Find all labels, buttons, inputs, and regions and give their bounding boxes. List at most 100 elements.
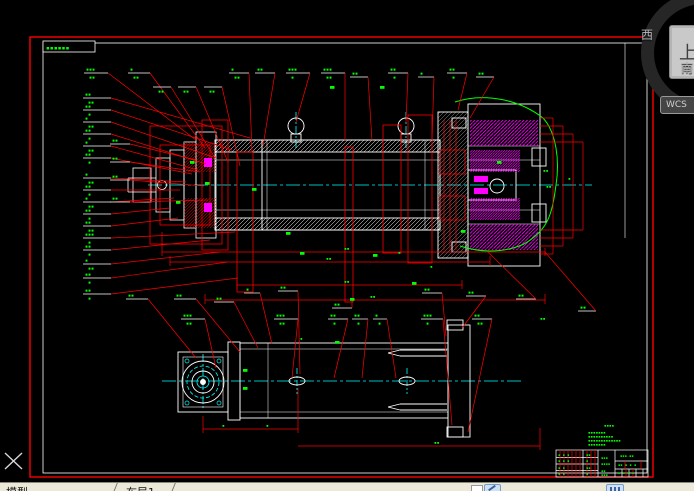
part-label: ▪▪▪ xyxy=(328,313,349,379)
svg-text:▪▪: ▪▪ xyxy=(540,317,546,322)
svg-text:▪▪: ▪▪ xyxy=(257,67,263,73)
svg-text:▪▪: ▪▪ xyxy=(112,174,118,180)
part-label: ▪▪ xyxy=(332,300,353,309)
svg-text:▪ ▪: ▪ ▪ xyxy=(558,471,565,476)
svg-text:▪▪: ▪▪ xyxy=(85,208,91,214)
svg-text:▪▪: ▪▪ xyxy=(424,287,430,293)
svg-text:▪▪: ▪▪ xyxy=(586,452,591,457)
bottom-motor-view xyxy=(177,319,541,450)
svg-text:▪▪▪-▪▪: ▪▪▪-▪▪ xyxy=(620,453,634,458)
svg-text:▪▪: ▪▪ xyxy=(279,321,285,327)
tab-separator xyxy=(111,483,118,491)
svg-text:▪ ▪ ▪: ▪ ▪ ▪ xyxy=(558,458,569,463)
svg-text:▪: ▪ xyxy=(130,67,133,73)
svg-text:▪▪: ▪▪ xyxy=(209,89,215,95)
svg-text:▪▪: ▪▪ xyxy=(85,184,91,190)
part-label: ▪▪ ▪▪ xyxy=(467,313,493,433)
svg-text:▪: ▪ xyxy=(568,177,571,182)
svg-text:▪: ▪ xyxy=(222,424,225,429)
svg-text:▪: ▪ xyxy=(88,136,91,142)
svg-text:▪▪▪▪▪▪▪: ▪▪▪▪▪▪▪ xyxy=(588,442,606,447)
tab-model[interactable]: 模型 xyxy=(6,484,28,491)
svg-text:▪▪: ▪▪ xyxy=(216,296,222,302)
svg-text:▪▪: ▪▪ xyxy=(326,257,332,262)
part-label: ▪▪▪ xyxy=(83,184,180,198)
part-label: ▪ xyxy=(244,287,273,345)
svg-text:▪▪: ▪▪ xyxy=(334,302,340,308)
part-label: ▪▪ xyxy=(350,71,373,142)
svg-text:▪▪▪: ▪▪▪ xyxy=(601,472,608,477)
svg-text:▪▪: ▪▪ xyxy=(449,67,455,73)
svg-text:▪▪: ▪▪ xyxy=(85,288,91,294)
svg-text:▪▪: ▪▪ xyxy=(474,313,480,319)
drawing-canvas[interactable]: ▪▪▪▪▪▪ ▪▪▪▪ ▪▪▪▪▪▪▪ ▪▪▪▪▪▪▪▪▪▪ ▪▪▪▪▪▪▪▪▪… xyxy=(0,0,694,482)
part-label: ▪▪▪ xyxy=(83,277,239,302)
part-label: ▪▪▪▪ xyxy=(83,217,179,234)
svg-text:▪▪: ▪▪ xyxy=(234,75,240,81)
svg-text:▪▪: ▪▪ xyxy=(352,71,358,77)
svg-text:▪: ▪ xyxy=(88,112,91,118)
tab-layout1[interactable]: 布局1 xyxy=(126,484,155,491)
svg-text:▪: ▪ xyxy=(300,337,303,342)
svg-text:▪▪▪▪: ▪▪▪▪ xyxy=(601,461,610,466)
svg-text:▪▪: ▪▪ xyxy=(477,321,483,327)
svg-text:▪: ▪ xyxy=(88,192,91,198)
svg-text:▪: ▪ xyxy=(85,258,88,264)
svg-text:▪ ▪: ▪ ▪ xyxy=(558,465,565,470)
svg-text:▪▪▪: ▪▪▪ xyxy=(86,67,95,73)
svg-text:▪▪: ▪▪ xyxy=(85,272,91,278)
svg-text:▪▪: ▪▪ xyxy=(85,104,91,110)
svg-text:▪▪▪: ▪▪▪ xyxy=(601,455,608,460)
svg-text:▪▪: ▪▪ xyxy=(390,67,396,73)
svg-text:▪: ▪ xyxy=(85,172,88,178)
svg-text:▪▪: ▪▪ xyxy=(133,75,139,81)
svg-text:▪▪: ▪▪ xyxy=(112,138,118,144)
svg-text:▪: ▪ xyxy=(357,321,360,327)
quick-view-layouts-icon[interactable] xyxy=(484,484,501,491)
viewcube-west-label[interactable]: 西 xyxy=(641,26,653,43)
quick-view-drawings-icon[interactable] xyxy=(471,485,483,491)
svg-text:▪▪: ▪▪ xyxy=(518,293,524,299)
part-label: ▪▪▪ xyxy=(388,67,409,123)
technical-notes: ▪▪▪▪ ▪▪▪▪▪▪▪ ▪▪▪▪▪▪▪▪▪▪ ▪▪▪▪▪▪▪▪▪▪▪▪▪ ▪▪… xyxy=(588,423,621,447)
part-label: ▪▪▪▪▪ xyxy=(274,313,299,379)
scrollbar-thumb-icon[interactable] xyxy=(606,484,624,491)
wcs-dropdown-button[interactable]: WCS xyxy=(660,96,694,114)
svg-text:▪: ▪ xyxy=(333,321,336,327)
part-label: ▪▪▪▪▪ xyxy=(181,313,217,369)
svg-text:▪▪: ▪▪ xyxy=(330,313,336,319)
svg-text:▪▪: ▪▪ xyxy=(580,305,586,311)
svg-text:▪▪: ▪▪ xyxy=(89,75,95,81)
part-label: ▪▪ xyxy=(255,67,276,147)
svg-text:▪: ▪ xyxy=(378,321,381,327)
svg-text:▪▪: ▪▪ xyxy=(543,169,549,174)
svg-text:▪▪: ▪▪ xyxy=(326,75,332,81)
svg-text:▪: ▪ xyxy=(426,321,429,327)
svg-text:▪: ▪ xyxy=(88,296,91,302)
svg-text:▪: ▪ xyxy=(85,140,88,146)
svg-text:▪▪: ▪▪ xyxy=(85,244,91,250)
svg-text:▪: ▪ xyxy=(430,265,433,270)
svg-text:▪: ▪ xyxy=(85,196,88,202)
svg-text:▪▪: ▪▪ xyxy=(85,152,91,158)
svg-text:▪▪: ▪▪ xyxy=(128,293,134,299)
svg-text:▪▪▪: ▪▪▪ xyxy=(323,67,332,73)
svg-text:▪▪: ▪▪ xyxy=(112,156,118,162)
svg-text:▪▪: ▪▪ xyxy=(85,128,91,134)
svg-text:▪▪: ▪▪ xyxy=(186,321,192,327)
svg-text:▪▪▪▪: ▪▪▪▪ xyxy=(604,423,615,428)
svg-text:▪▪ ▪ ▪ ▪: ▪▪ ▪ ▪ ▪ xyxy=(618,462,636,467)
viewcube-south-label[interactable]: 南 xyxy=(681,59,693,76)
svg-text:▪▪▪: ▪▪▪ xyxy=(276,313,285,319)
svg-text:▪: ▪ xyxy=(586,471,588,476)
svg-text:▪: ▪ xyxy=(88,280,91,286)
svg-text:▪▪: ▪▪ xyxy=(478,71,484,77)
svg-text:▪▪: ▪▪ xyxy=(280,285,286,291)
svg-text:▪▪▪: ▪▪▪ xyxy=(288,67,297,73)
svg-text:▪: ▪ xyxy=(586,458,588,463)
tab-separator xyxy=(169,483,176,491)
svg-text:▪▪▪: ▪▪▪ xyxy=(183,313,192,319)
svg-text:▪: ▪ xyxy=(85,116,88,122)
part-label: ▪▪▪ xyxy=(229,67,253,153)
ucs-icon xyxy=(4,452,23,470)
